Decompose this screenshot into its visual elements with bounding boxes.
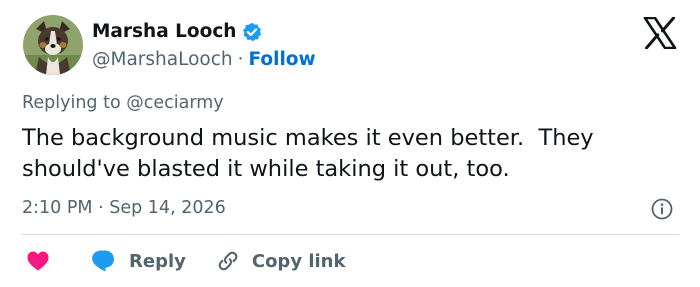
author-handle-row: @MarshaLooch · Follow [92, 49, 316, 70]
verified-badge-icon [242, 22, 262, 42]
reply-bubble-icon [90, 249, 116, 273]
handle-separator: · [237, 49, 244, 70]
link-icon [216, 249, 240, 273]
author-display-name[interactable]: Marsha Looch [92, 21, 236, 42]
info-icon[interactable] [650, 197, 674, 221]
author-handle[interactable]: @MarshaLooch [92, 49, 233, 70]
copy-link-button[interactable]: Copy link [216, 249, 346, 273]
tweet-timestamp[interactable]: 2:10 PM · Sep 14, 2026 [22, 198, 226, 218]
follow-button[interactable]: Follow [249, 49, 316, 70]
avatar[interactable] [23, 15, 83, 75]
tweet-date: Sep 14, 2026 [109, 198, 226, 218]
author-name-row: Marsha Looch [92, 21, 262, 42]
x-logo-icon[interactable] [643, 16, 677, 50]
reply-button[interactable]: Reply [90, 249, 186, 273]
replying-to-mention[interactable]: @ceciarmy [126, 93, 223, 113]
tweet-embed-card: Marsha Looch @MarshaLooch · Follow Reply… [0, 0, 700, 287]
like-button[interactable] [26, 250, 50, 272]
timestamp-separator: · [98, 198, 104, 218]
replying-to-prefix: Replying to [22, 93, 121, 113]
reply-label: Reply [129, 250, 186, 272]
divider [22, 234, 679, 235]
heart-icon [26, 250, 50, 272]
tweet-time: 2:10 PM [22, 198, 93, 218]
tweet-text: The background music makes it even bette… [22, 125, 601, 182]
action-bar: Reply Copy link [26, 248, 345, 274]
copy-link-label: Copy link [251, 250, 346, 272]
replying-to: Replying to @ceciarmy [22, 93, 224, 113]
